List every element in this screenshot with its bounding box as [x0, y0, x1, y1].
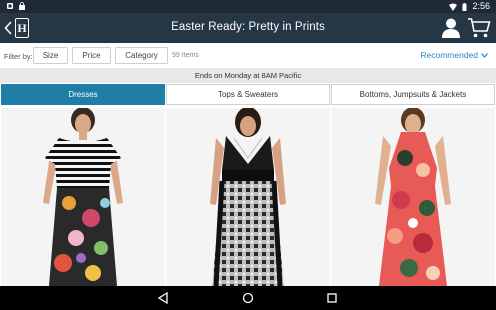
tab-dresses[interactable]: Dresses [1, 84, 165, 105]
product-card-2[interactable] [166, 108, 330, 286]
size-filter-button[interactable]: Size [33, 47, 68, 64]
shopping-cart-icon[interactable] [467, 17, 491, 39]
nav-back-icon[interactable] [157, 292, 169, 304]
filter-bar: Filter by: Size Price Category 99 Items … [0, 43, 496, 68]
product-image-striped-floral-dress [43, 108, 123, 286]
tab-tops-sweaters[interactable]: Tops & Sweaters [166, 84, 330, 105]
page-title: Easter Ready: Pretty in Prints [171, 21, 325, 33]
status-bar: 2:56 [0, 0, 496, 13]
account-icon[interactable] [441, 17, 461, 39]
filter-label: Filter by: [4, 52, 33, 61]
nav-recents-icon[interactable] [326, 292, 338, 304]
shopping-bag-icon [18, 2, 26, 10]
product-image-black-white-print-dress [210, 108, 286, 286]
battery-icon [462, 2, 467, 11]
clock: 2:56 [472, 1, 490, 11]
nav-home-icon[interactable] [242, 292, 254, 304]
product-card-3[interactable] [331, 108, 495, 286]
wifi-icon [449, 3, 458, 11]
price-filter-button[interactable]: Price [72, 47, 111, 64]
app-header: H Easter Ready: Pretty in Prints [0, 13, 496, 43]
product-card-1[interactable] [1, 108, 165, 286]
sort-label: Recommended [420, 50, 478, 60]
notification-icon [6, 2, 14, 10]
chevron-down-icon [481, 52, 488, 58]
promo-banner: Ends on Monday at 8AM Pacific [0, 68, 496, 83]
tab-bottoms-jumpsuits-jackets[interactable]: Bottoms, Jumpsuits & Jackets [331, 84, 495, 105]
system-navigation-bar [0, 286, 496, 310]
sort-dropdown[interactable]: Recommended [420, 50, 488, 60]
product-image-coral-floral-dress [375, 108, 451, 286]
category-filter-button[interactable]: Category [115, 47, 168, 64]
item-count: 99 Items [172, 52, 199, 59]
